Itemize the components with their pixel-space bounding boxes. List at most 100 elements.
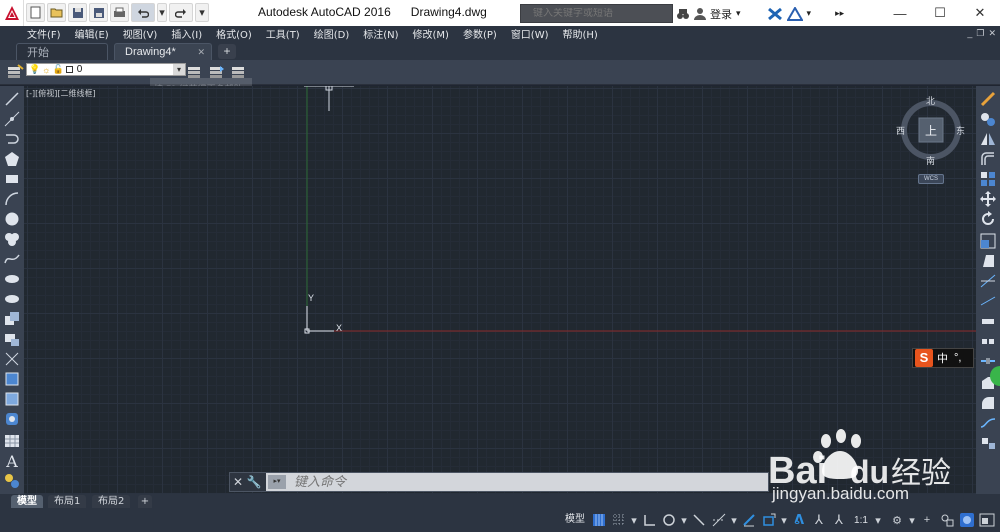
layer-dropdown-arrow-icon[interactable]: ▾ [173, 64, 185, 75]
tab-layout1[interactable]: 布局1 [48, 495, 87, 508]
viewcube-south[interactable]: 南 [926, 154, 935, 167]
viewcube-top-face[interactable]: 上 [925, 122, 937, 139]
region-icon[interactable] [3, 410, 21, 428]
redo-icon[interactable] [169, 3, 193, 22]
application-menu-button[interactable] [0, 0, 24, 26]
isolate-objects-icon[interactable] [938, 511, 956, 529]
extend-icon[interactable] [979, 292, 997, 310]
workspace-dropdown-icon[interactable]: ▾ [908, 511, 916, 529]
object-snap-icon[interactable] [760, 511, 778, 529]
menu-view[interactable]: 视图(V) [123, 26, 158, 41]
explode-icon[interactable] [979, 434, 997, 452]
layer-lock-icon[interactable]: 🔓 [52, 64, 63, 75]
annotation-scale-value[interactable]: 1:1 [850, 515, 872, 526]
command-input[interactable] [286, 474, 586, 490]
arc-icon[interactable] [3, 190, 21, 208]
gradient-icon[interactable] [3, 390, 21, 408]
model-space-button[interactable]: 模型 [563, 512, 587, 528]
clean-screen-icon[interactable] [978, 511, 996, 529]
grid-icon[interactable] [590, 511, 608, 529]
blend-curves-icon[interactable] [979, 414, 997, 432]
exchange-apps-icon[interactable] [767, 7, 783, 21]
insert-block-icon[interactable] [3, 310, 21, 328]
menu-file[interactable]: 文件(F) [27, 26, 61, 41]
break-at-point-icon[interactable] [979, 312, 997, 330]
osnap-tracking-icon[interactable] [710, 511, 728, 529]
polar-dropdown-icon[interactable]: ▾ [680, 511, 688, 529]
osnap-dropdown-icon[interactable]: ▾ [730, 511, 738, 529]
construction-line-icon[interactable] [3, 110, 21, 128]
search-input[interactable] [521, 8, 661, 19]
menu-insert[interactable]: 插入(I) [171, 26, 202, 41]
minimize-icon[interactable]: — [880, 0, 920, 26]
ellipse-arc-icon[interactable] [3, 290, 21, 308]
recent-commands-icon[interactable]: ▸▾ [268, 475, 286, 489]
layer-properties-icon[interactable] [6, 64, 24, 81]
save-as-icon[interactable] [89, 3, 108, 22]
isodraft-icon[interactable] [690, 511, 708, 529]
new-tab-button[interactable]: + [218, 44, 236, 59]
plus-icon[interactable]: + [918, 511, 936, 529]
tab-drawing4[interactable]: Drawing4* ✕ [114, 43, 212, 60]
annotation-visibility-icon[interactable]: ᕕ [790, 511, 808, 529]
viewcube-north[interactable]: 北 [926, 94, 935, 107]
signin-button[interactable]: 登录 [710, 6, 732, 22]
polygon-icon[interactable] [3, 150, 21, 168]
point-icon[interactable] [3, 350, 21, 368]
auto-scale-icon[interactable]: ⅄ [810, 511, 828, 529]
mirror-icon[interactable] [979, 130, 997, 148]
menu-format[interactable]: 格式(O) [216, 26, 252, 41]
copy-icon[interactable] [979, 110, 997, 128]
ortho-icon[interactable] [640, 511, 658, 529]
add-layout-button[interactable]: + [138, 495, 152, 508]
rotate-icon[interactable] [979, 210, 997, 228]
circle-icon[interactable] [3, 210, 21, 228]
hatch-icon[interactable] [3, 370, 21, 388]
command-line-grip[interactable] [760, 473, 768, 491]
polar-icon[interactable] [660, 511, 678, 529]
tab-start[interactable]: 开始 [16, 43, 108, 60]
menu-help[interactable]: 帮助(H) [563, 26, 598, 41]
annotation-scale-icon[interactable]: ⅄ [830, 511, 848, 529]
menu-tools[interactable]: 工具(T) [266, 26, 300, 41]
multiline-text-icon[interactable]: A [3, 452, 21, 471]
new-file-icon[interactable] [26, 3, 45, 22]
ime-punctuation[interactable]: °, [954, 352, 961, 364]
doc-close-icon[interactable]: ✕ [988, 28, 996, 39]
ime-mode[interactable]: 中 [937, 350, 948, 366]
menu-modify[interactable]: 修改(M) [413, 26, 449, 41]
break-icon[interactable] [979, 332, 997, 350]
snap-icon[interactable] [610, 511, 628, 529]
autodesk-360-icon[interactable] [786, 6, 803, 21]
move-icon[interactable] [979, 190, 997, 208]
trim-icon[interactable] [979, 272, 997, 290]
hardware-acceleration-icon[interactable] [958, 511, 976, 529]
snap-dropdown-icon[interactable]: ▾ [630, 511, 638, 529]
doc-restore-icon[interactable]: ❐ [976, 28, 984, 39]
maximize-icon[interactable]: ☐ [920, 0, 960, 26]
menu-edit[interactable]: 编辑(E) [75, 26, 109, 41]
ime-indicator[interactable]: S 中 °, [912, 348, 974, 368]
revision-cloud-icon[interactable] [3, 230, 21, 248]
scale-icon[interactable] [979, 232, 997, 250]
undo-icon[interactable] [131, 3, 155, 22]
object-snap-dropdown-icon[interactable]: ▾ [780, 511, 788, 529]
layer-on-icon[interactable]: 💡 [29, 64, 40, 75]
help-dropdown-icon[interactable]: ▾ [807, 9, 812, 19]
viewcube-west[interactable]: 西 [896, 124, 905, 137]
array-icon[interactable] [979, 170, 997, 188]
workspace-gear-icon[interactable]: ⚙ [888, 511, 906, 529]
plot-print-icon[interactable] [110, 3, 129, 22]
close-command-line-icon[interactable]: ✕ [230, 473, 246, 491]
layer-freeze-icon[interactable]: ☼ [42, 65, 50, 75]
scale-dropdown-icon[interactable]: ▾ [874, 511, 882, 529]
polyline-icon[interactable] [3, 130, 21, 148]
menu-window[interactable]: 窗口(W) [511, 26, 549, 41]
drawing-area[interactable]: [-][俯视][二维线框] Y X 北 西 东 南 上 WCS [24, 86, 976, 496]
menu-dimension[interactable]: 标注(N) [363, 26, 398, 41]
table-icon[interactable] [3, 432, 21, 450]
doc-minimize-icon[interactable]: _ [967, 28, 972, 38]
close-icon[interactable]: ✕ [960, 0, 1000, 26]
signin-dropdown-icon[interactable]: ▾ [736, 9, 741, 19]
overflow-icon[interactable]: ▸▸ [835, 9, 844, 19]
